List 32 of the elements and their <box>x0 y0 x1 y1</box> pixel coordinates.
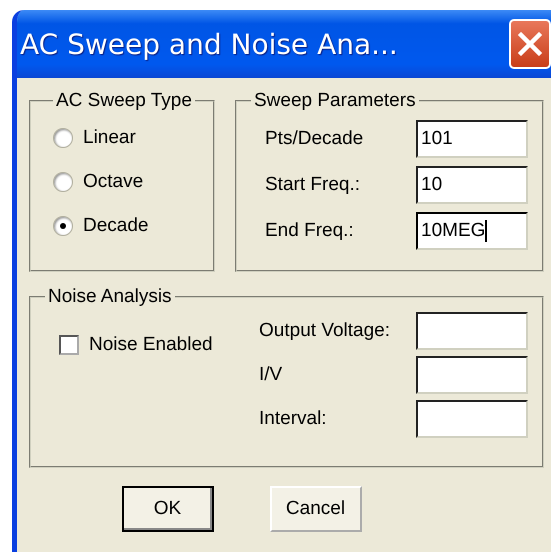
window-title: AC Sweep and Noise Ana... <box>20 28 399 60</box>
input-field[interactable] <box>416 356 528 394</box>
radio-button[interactable] <box>53 128 73 148</box>
dialog-button[interactable]: OK <box>122 486 214 532</box>
checkbox-option[interactable]: Noise Enabled <box>45 334 239 356</box>
radio-label: Decade <box>83 215 148 237</box>
field-label: Output Voltage: <box>259 320 391 342</box>
field-label: End Freq.: <box>265 220 355 242</box>
radio-label: Octave <box>83 171 144 193</box>
input-field[interactable]: 101 <box>416 120 528 158</box>
close-icon <box>517 31 544 57</box>
group-title: AC Sweep Type <box>55 90 193 112</box>
field-label: Pts/Decade <box>265 128 364 150</box>
radio-option[interactable]: Octave <box>53 160 199 204</box>
radio-label: Linear <box>83 127 136 149</box>
radio-button[interactable] <box>53 216 73 236</box>
input-field[interactable] <box>416 312 528 350</box>
dialog-button[interactable]: Cancel <box>270 486 362 532</box>
radio-option[interactable]: Decade <box>53 204 199 248</box>
field-label: I/V <box>259 364 284 386</box>
radio-option[interactable]: Linear <box>53 116 199 160</box>
group-title: Noise Analysis <box>47 286 173 308</box>
input-field[interactable]: 10 <box>416 166 528 204</box>
field-label: Interval: <box>259 408 328 430</box>
checkbox[interactable] <box>59 335 79 355</box>
radio-button[interactable] <box>53 172 73 192</box>
input-field[interactable] <box>416 400 528 438</box>
input-field[interactable]: 10MEG <box>416 212 528 250</box>
field-label: Start Freq.: <box>265 174 362 196</box>
checkbox-label: Noise Enabled <box>89 334 213 356</box>
group-title: Sweep Parameters <box>253 90 417 112</box>
close-button[interactable] <box>509 19 551 69</box>
